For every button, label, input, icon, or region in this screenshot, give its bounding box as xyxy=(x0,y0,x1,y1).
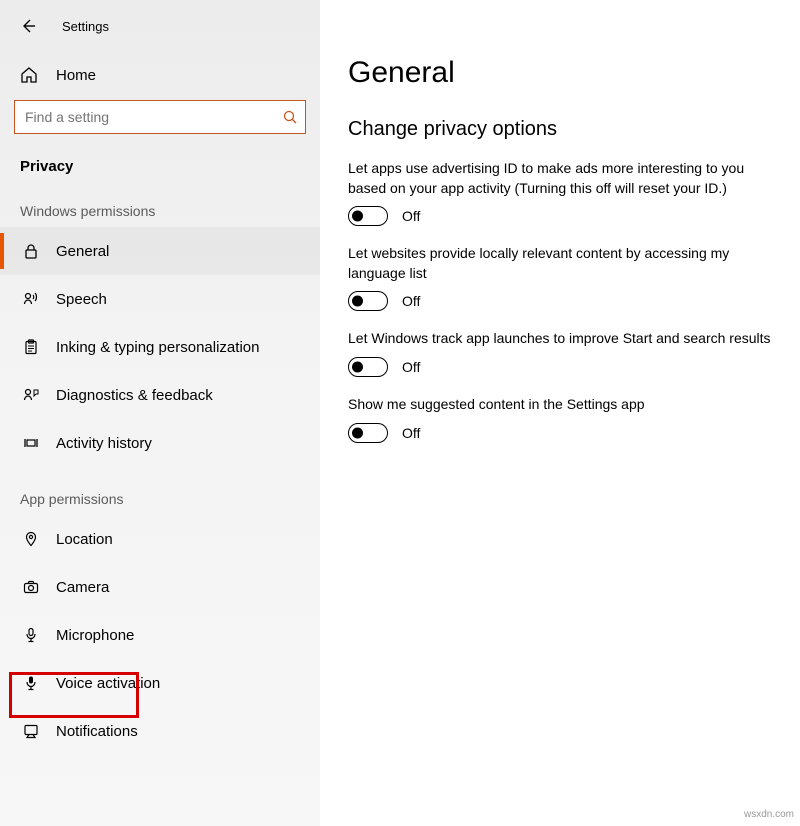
camera-icon xyxy=(20,579,42,595)
setting-description: Let apps use advertising ID to make ads … xyxy=(348,159,772,198)
sidebar: Settings Home Privacy Windows permission… xyxy=(0,0,320,826)
sidebar-item-label: Voice activation xyxy=(56,675,160,692)
toggle-state-label: Off xyxy=(402,208,420,224)
sidebar-item-label: Inking & typing personalization xyxy=(56,339,259,356)
home-button[interactable]: Home xyxy=(0,56,320,94)
toggle-state-label: Off xyxy=(402,359,420,375)
sidebar-item-label: General xyxy=(56,243,109,260)
sidebar-item-label: Microphone xyxy=(56,627,134,644)
sidebar-item-label: Camera xyxy=(56,579,109,596)
toggle-suggested-content[interactable] xyxy=(348,423,388,443)
main-panel: General Change privacy options Let apps … xyxy=(320,0,800,826)
sidebar-item-microphone[interactable]: Microphone xyxy=(0,611,320,659)
setting-description: Let websites provide locally relevant co… xyxy=(348,244,772,283)
page-heading: General xyxy=(348,56,772,90)
back-button[interactable] xyxy=(16,14,40,38)
sidebar-item-voice-activation[interactable]: Voice activation xyxy=(0,659,320,707)
section-title: Privacy xyxy=(0,148,320,179)
location-icon xyxy=(20,531,42,547)
page-subheading: Change privacy options xyxy=(348,118,772,141)
toggle-state-label: Off xyxy=(402,425,420,441)
sidebar-item-location[interactable]: Location xyxy=(0,515,320,563)
titlebar: Settings xyxy=(0,10,320,56)
toggle-language-list[interactable] xyxy=(348,291,388,311)
lock-icon xyxy=(20,243,42,259)
sidebar-item-inking[interactable]: Inking & typing personalization xyxy=(0,323,320,371)
sidebar-item-general[interactable]: General xyxy=(0,227,320,275)
setting-description: Let Windows track app launches to improv… xyxy=(348,329,772,349)
watermark: wsxdn.com xyxy=(744,809,794,820)
group-app-permissions: App permissions xyxy=(0,467,320,515)
search-input[interactable] xyxy=(23,108,283,126)
setting-advertising-id: Let apps use advertising ID to make ads … xyxy=(348,159,772,226)
sidebar-item-label: Diagnostics & feedback xyxy=(56,387,213,404)
microphone-icon xyxy=(20,627,42,643)
notifications-icon xyxy=(20,723,42,739)
sidebar-item-notifications[interactable]: Notifications xyxy=(0,707,320,755)
home-icon xyxy=(20,66,42,84)
clipboard-icon xyxy=(20,339,42,355)
toggle-track-launches[interactable] xyxy=(348,357,388,377)
timeline-icon xyxy=(20,435,42,451)
speech-icon xyxy=(20,291,42,307)
group-windows-permissions: Windows permissions xyxy=(0,179,320,227)
setting-suggested-content: Show me suggested content in the Setting… xyxy=(348,395,772,443)
setting-language-list: Let websites provide locally relevant co… xyxy=(348,244,772,311)
toggle-state-label: Off xyxy=(402,293,420,309)
sidebar-item-label: Notifications xyxy=(56,723,138,740)
home-label: Home xyxy=(56,67,96,84)
sidebar-item-speech[interactable]: Speech xyxy=(0,275,320,323)
arrow-left-icon xyxy=(20,18,36,34)
search-box[interactable] xyxy=(14,100,306,134)
sidebar-item-camera[interactable]: Camera xyxy=(0,563,320,611)
sidebar-item-label: Location xyxy=(56,531,113,548)
setting-description: Show me suggested content in the Setting… xyxy=(348,395,772,415)
search-icon xyxy=(283,110,297,124)
setting-track-launches: Let Windows track app launches to improv… xyxy=(348,329,772,377)
sidebar-item-label: Speech xyxy=(56,291,107,308)
toggle-advertising-id[interactable] xyxy=(348,206,388,226)
voice-activation-icon xyxy=(20,675,42,691)
sidebar-item-label: Activity history xyxy=(56,435,152,452)
feedback-icon xyxy=(20,387,42,403)
app-title: Settings xyxy=(62,19,109,34)
sidebar-item-diagnostics[interactable]: Diagnostics & feedback xyxy=(0,371,320,419)
sidebar-item-activity[interactable]: Activity history xyxy=(0,419,320,467)
